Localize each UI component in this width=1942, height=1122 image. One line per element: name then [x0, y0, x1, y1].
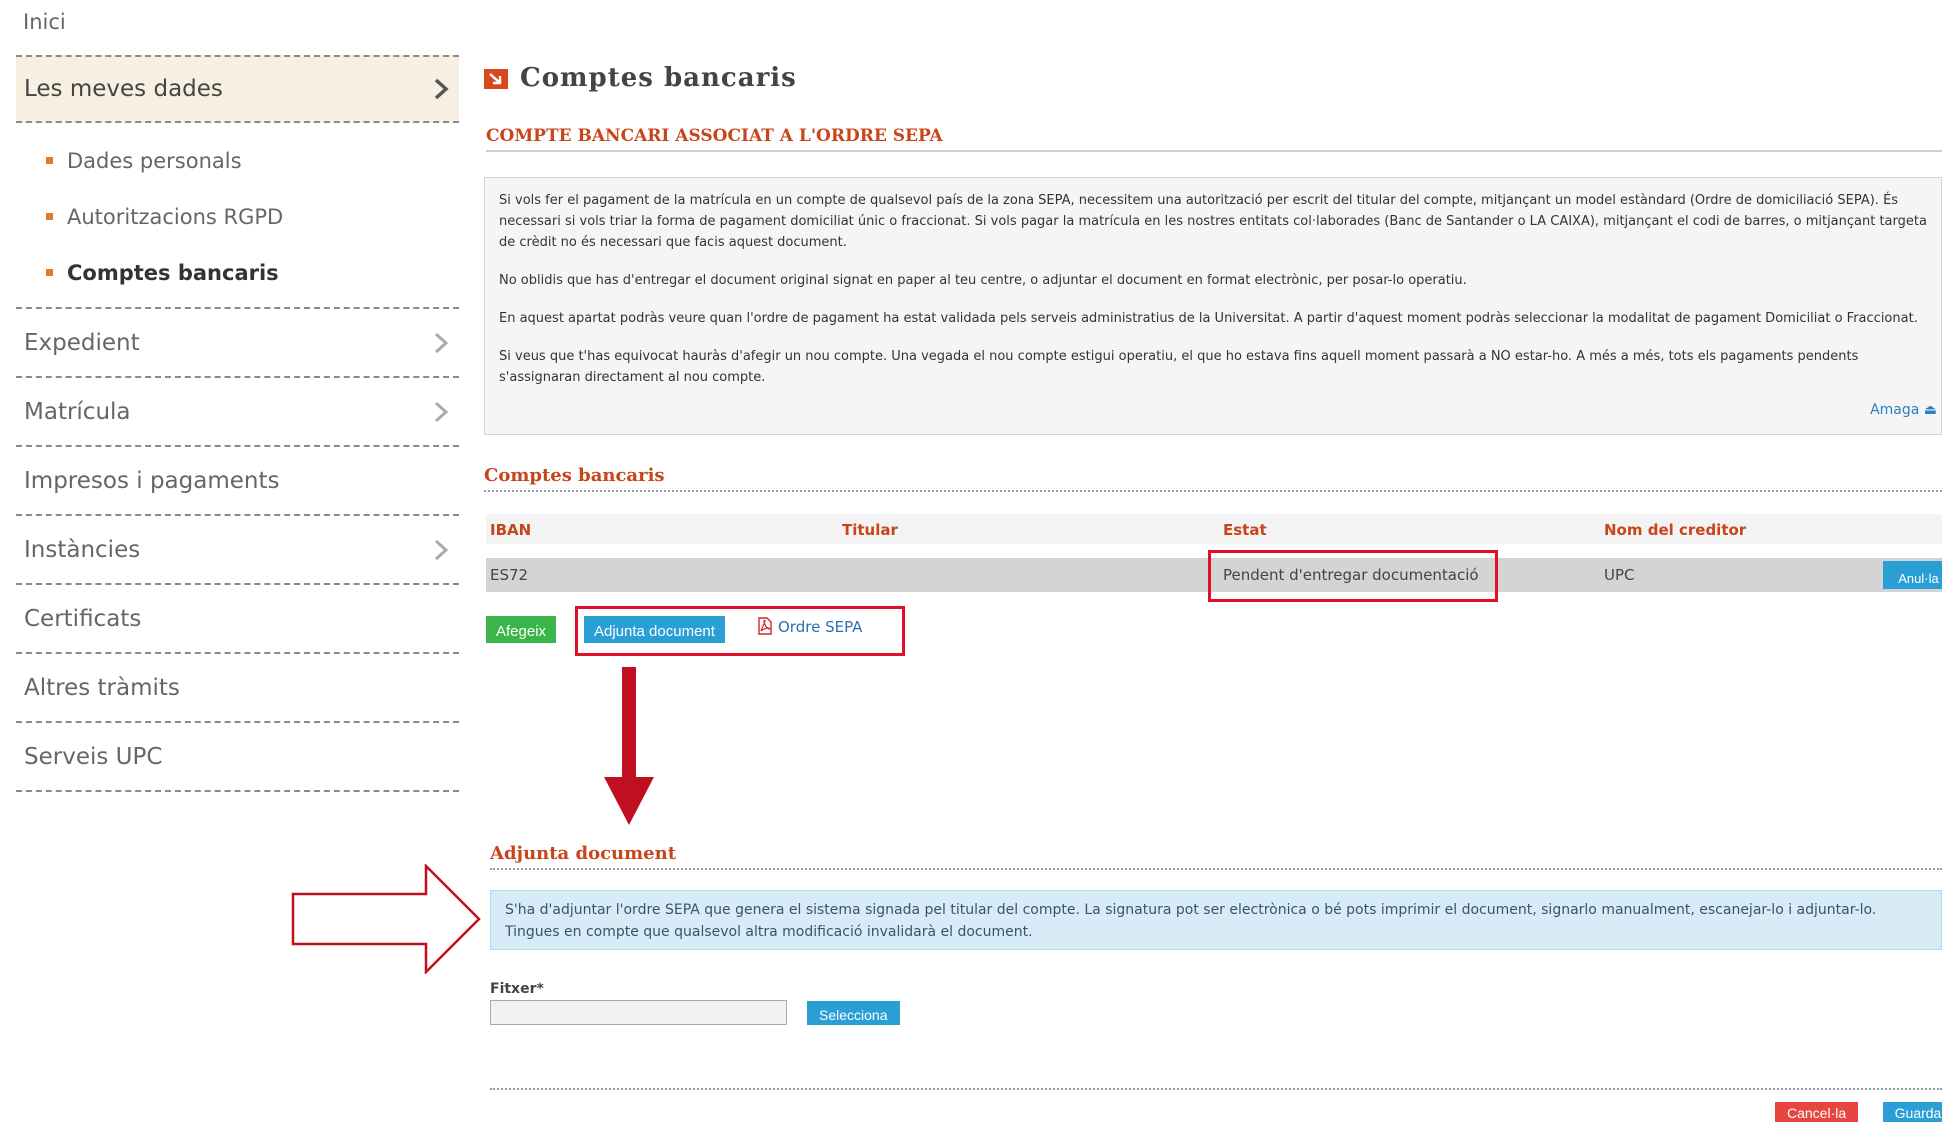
hide-info-link[interactable]: Amaga ⏏ — [1870, 400, 1937, 421]
sidebar-item-expedient[interactable]: Expedient — [16, 309, 459, 378]
attach-note: S'ha d'adjuntar l'ordre SEPA que genera … — [490, 890, 1942, 950]
down-arrow-annotation — [604, 667, 654, 825]
sidebar-item-serveis-upc[interactable]: Serveis UPC — [16, 723, 459, 792]
file-input[interactable] — [490, 1000, 787, 1025]
column-header-iban: IBAN — [490, 521, 532, 539]
info-paragraph: No oblidis que has d'entregar el documen… — [499, 273, 1467, 288]
chevron-right-icon — [434, 401, 449, 422]
sidebar-item-instancies[interactable]: Instàncies — [16, 516, 459, 585]
bullet-icon — [46, 157, 53, 164]
sidebar-subitem-dades-personals[interactable]: Dades personals — [16, 133, 459, 189]
sidebar-subitem-label: Autoritzacions RGPD — [67, 205, 284, 229]
attach-heading: Adjunta document — [490, 843, 1942, 870]
sidebar-item-label: Instàncies — [24, 536, 141, 563]
sidebar: Les meves dades Dades personals Autoritz… — [16, 55, 459, 792]
sidebar-item-label: Matrícula — [24, 398, 131, 425]
table-header: IBAN Titular Estat Nom del creditor — [486, 514, 1942, 544]
chevron-right-icon — [434, 539, 449, 560]
sidebar-item-matricula[interactable]: Matrícula — [16, 378, 459, 447]
divider — [490, 1088, 1942, 1090]
sidebar-subitem-autoritzacions[interactable]: Autoritzacions RGPD — [16, 189, 459, 245]
sidebar-item-label: Altres tràmits — [24, 674, 180, 701]
sidebar-item-label: Certificats — [24, 605, 142, 632]
cell-iban: ES72 — [490, 566, 529, 584]
sidebar-item-label: Expedient — [24, 329, 140, 356]
sidebar-subitem-label: Dades personals — [67, 149, 242, 173]
cancel-account-button[interactable]: Anul·la — [1883, 561, 1942, 589]
right-arrow-annotation — [291, 864, 481, 974]
save-button[interactable]: Guarda — [1883, 1102, 1942, 1122]
select-file-button[interactable]: Selecciona — [807, 1001, 900, 1025]
column-header-estat: Estat — [1223, 521, 1267, 539]
cell-creditor: UPC — [1604, 566, 1635, 584]
column-header-titular: Titular — [842, 521, 898, 539]
nav-home-link[interactable]: Inici — [23, 10, 66, 34]
file-field-label: Fitxer* — [490, 981, 544, 997]
section-arrow-icon — [484, 69, 508, 89]
sidebar-item-label: Les meves dades — [24, 76, 223, 102]
accounts-heading: Comptes bancaris — [484, 465, 1942, 492]
sidebar-submenu: Dades personals Autoritzacions RGPD Comp… — [16, 123, 459, 309]
chevron-right-icon — [434, 78, 449, 100]
sidebar-subitem-label: Comptes bancaris — [67, 261, 279, 285]
section-title: COMPTE BANCARI ASSOCIAT A L'ORDRE SEPA — [486, 126, 1942, 152]
page-title: Comptes bancaris — [520, 63, 797, 93]
sidebar-item-label: Serveis UPC — [24, 743, 163, 770]
sidebar-item-certificats[interactable]: Certificats — [16, 585, 459, 654]
sidebar-subitem-comptes-bancaris[interactable]: Comptes bancaris — [16, 245, 459, 301]
sidebar-item-les-meves-dades[interactable]: Les meves dades — [16, 55, 459, 123]
cancel-button[interactable]: Cancel·la — [1775, 1102, 1859, 1122]
bullet-icon — [46, 213, 53, 220]
add-account-button[interactable]: Afegeix — [486, 616, 557, 643]
info-box: Si vols fer el pagament de la matrícula … — [484, 177, 1942, 435]
sidebar-item-altres-tramits[interactable]: Altres tràmits — [16, 654, 459, 723]
main-content: Comptes bancaris COMPTE BANCARI ASSOCIAT… — [484, 0, 1942, 1122]
highlight-box-buttons — [575, 606, 905, 656]
highlight-box-status — [1208, 550, 1498, 602]
info-paragraph: En aquest apartat podràs veure quan l'or… — [499, 311, 1918, 326]
column-header-creditor: Nom del creditor — [1604, 521, 1747, 539]
info-paragraph: Si veus que t'has equivocat hauràs d'afe… — [499, 349, 1859, 385]
sidebar-item-label: Impresos i pagaments — [24, 467, 280, 494]
bullet-icon — [46, 269, 53, 276]
info-paragraph: Si vols fer el pagament de la matrícula … — [499, 193, 1927, 250]
chevron-right-icon — [434, 332, 449, 353]
sidebar-item-impresos[interactable]: Impresos i pagaments — [16, 447, 459, 516]
